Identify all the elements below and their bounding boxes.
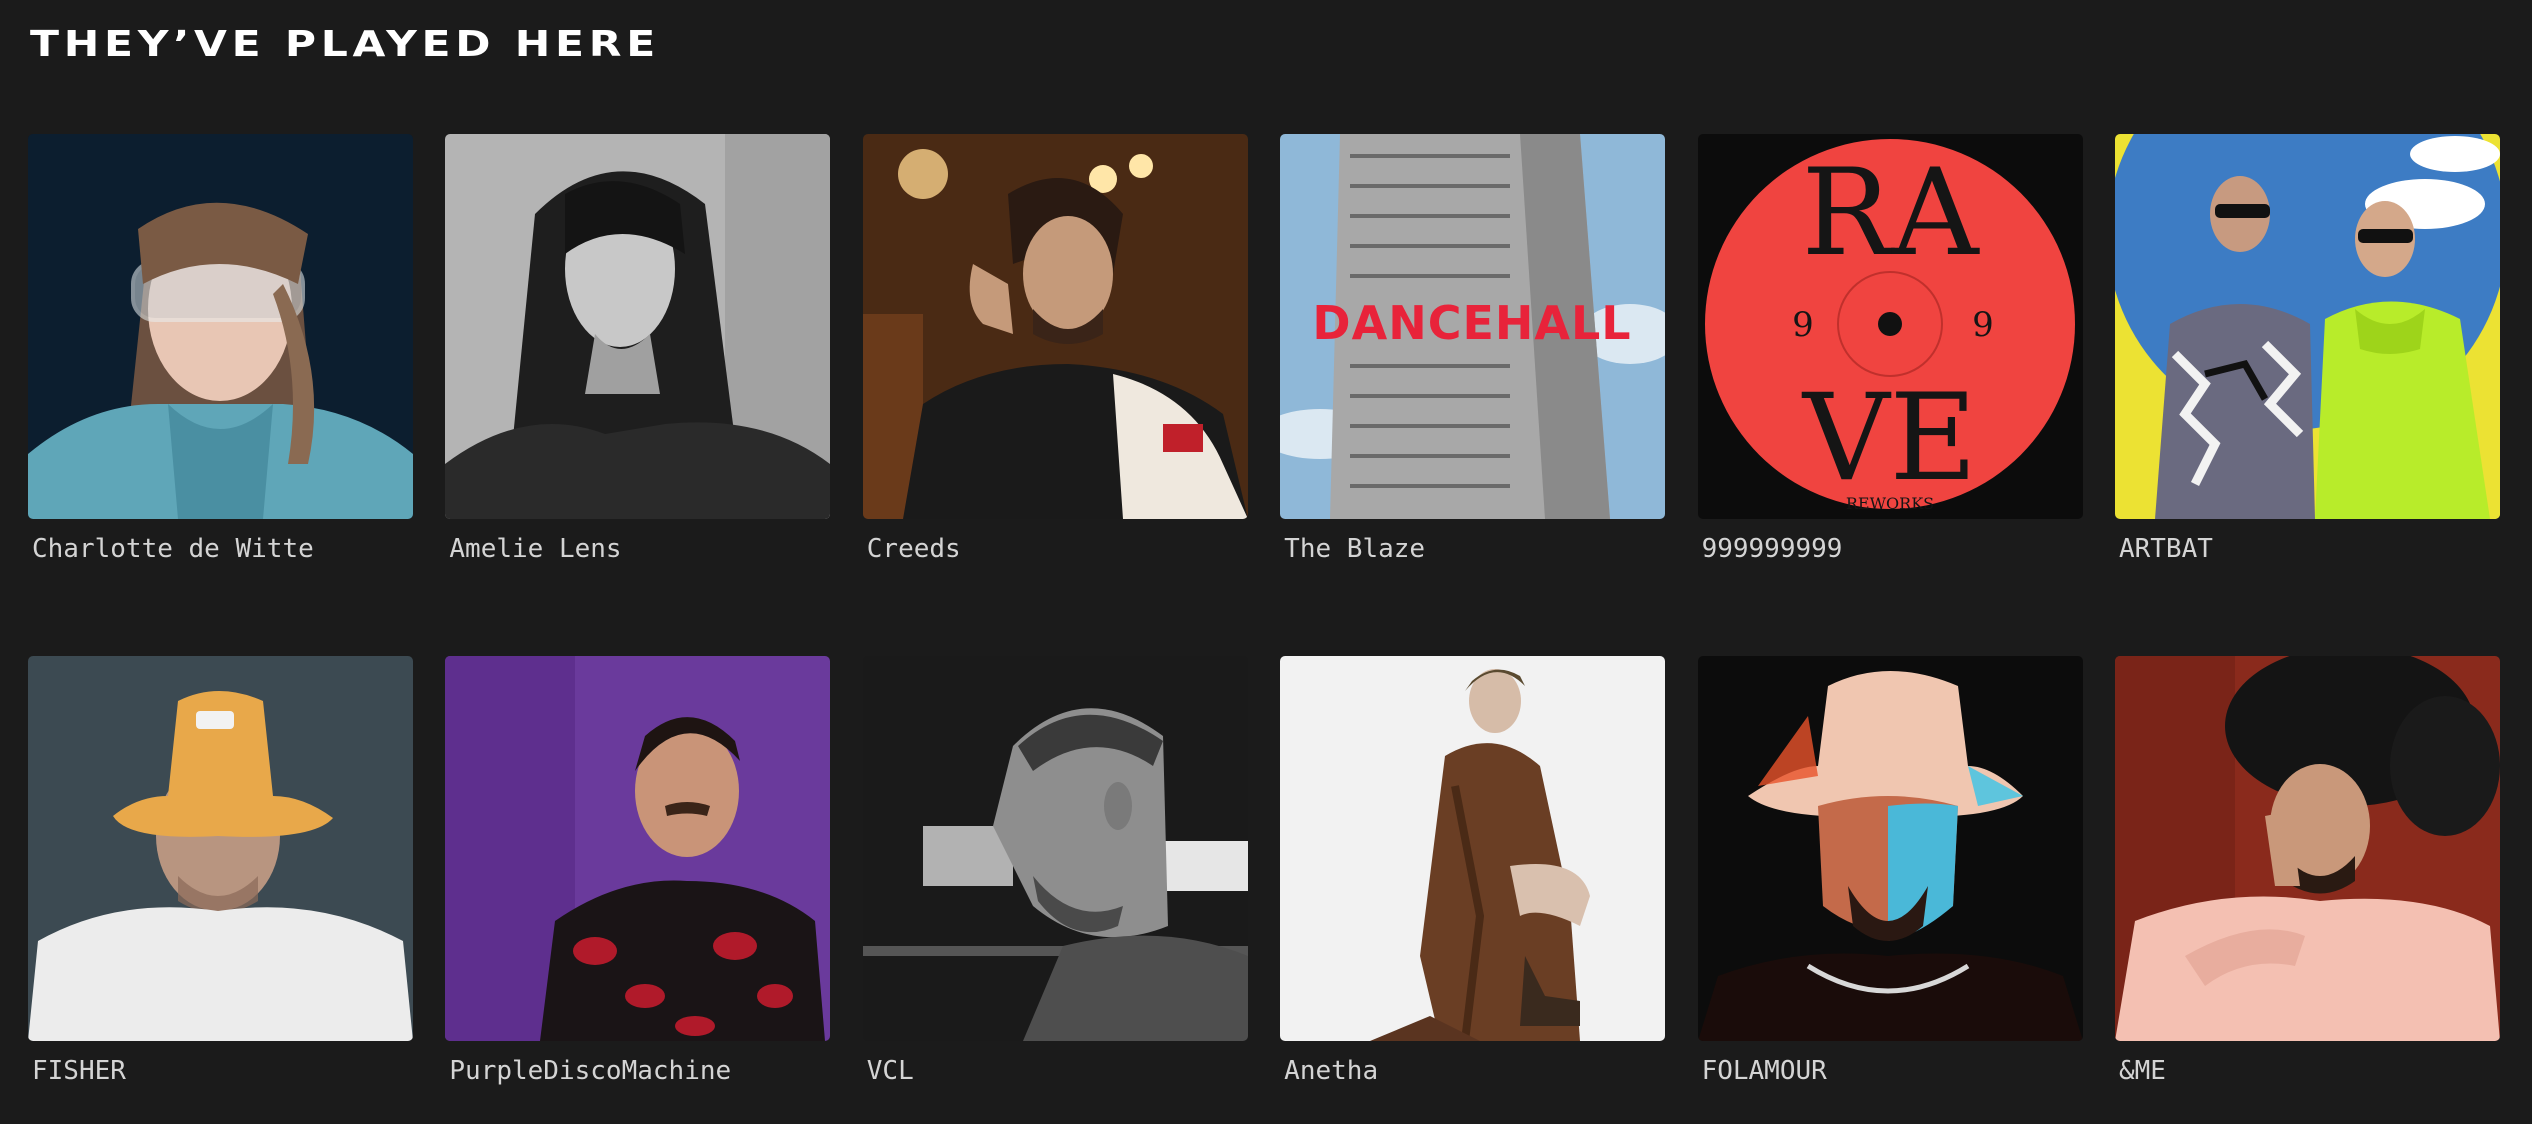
- artist-card-the-blaze[interactable]: DANCEHALL The Blaze: [1280, 134, 1666, 656]
- artist-photo[interactable]: [862, 134, 1248, 519]
- artist-name[interactable]: Creeds: [863, 531, 1248, 567]
- album-cover-text-top: RA: [1801, 144, 1979, 283]
- artist-photo[interactable]: [28, 134, 413, 519]
- artist-card-vcl[interactable]: VCL: [862, 656, 1248, 1124]
- artist-photo[interactable]: [28, 656, 413, 1041]
- artist-photo[interactable]: RA VE 9 9 REWORKS: [1697, 134, 2083, 519]
- artist-photo[interactable]: [1697, 656, 2083, 1041]
- album-cover-nine-right: 9: [1972, 305, 1994, 345]
- artist-name[interactable]: The Blaze: [1280, 531, 1665, 567]
- artist-card-and-me[interactable]: &ME: [2114, 656, 2500, 1124]
- artist-photo[interactable]: [2114, 134, 2500, 519]
- artist-photo[interactable]: [2114, 656, 2500, 1041]
- artist-name[interactable]: ARTBAT: [2115, 531, 2500, 567]
- album-cover-text: DANCEHALL: [1313, 296, 1632, 350]
- artist-name[interactable]: Amelie Lens: [445, 531, 830, 567]
- artist-card-artbat[interactable]: ARTBAT: [2114, 134, 2500, 656]
- artist-name[interactable]: Anetha: [1280, 1053, 1665, 1089]
- artist-photo[interactable]: [862, 656, 1248, 1041]
- artist-card-fisher[interactable]: FISHER: [28, 656, 413, 1124]
- section-title: THEY’VE PLAYED HERE: [30, 24, 660, 65]
- album-cover-nine-left: 9: [1792, 305, 1814, 345]
- artist-photo[interactable]: [445, 134, 831, 519]
- artist-photo[interactable]: [445, 656, 831, 1041]
- artist-card-anetha[interactable]: Anetha: [1280, 656, 1666, 1124]
- artist-card-folamour[interactable]: FOLAMOUR: [1697, 656, 2083, 1124]
- artist-photo[interactable]: DANCEHALL: [1280, 134, 1666, 519]
- album-cover-text-bottom: VE: [1800, 369, 1976, 508]
- artist-name[interactable]: FISHER: [28, 1053, 413, 1089]
- artist-card-purplediscomachine[interactable]: PurpleDiscoMachine: [445, 656, 831, 1124]
- artist-name[interactable]: Charlotte de Witte: [28, 531, 413, 567]
- artist-grid: Charlotte de Witte Amelie Lens Creeds DA…: [28, 134, 2500, 1124]
- album-cover-reworks: REWORKS: [1845, 494, 1933, 513]
- artist-name[interactable]: 999999999: [1698, 531, 2083, 567]
- artist-card-amelie-lens[interactable]: Amelie Lens: [445, 134, 831, 656]
- artist-name[interactable]: VCL: [863, 1053, 1248, 1089]
- artist-card-creeds[interactable]: Creeds: [862, 134, 1248, 656]
- artist-card-charlotte-de-witte[interactable]: Charlotte de Witte: [28, 134, 413, 656]
- artist-name[interactable]: PurpleDiscoMachine: [445, 1053, 830, 1089]
- artist-card-999999999[interactable]: RA VE 9 9 REWORKS 999999999: [1697, 134, 2083, 656]
- artist-photo[interactable]: [1280, 656, 1666, 1041]
- artist-name[interactable]: &ME: [2115, 1053, 2500, 1089]
- artist-name[interactable]: FOLAMOUR: [1698, 1053, 2083, 1089]
